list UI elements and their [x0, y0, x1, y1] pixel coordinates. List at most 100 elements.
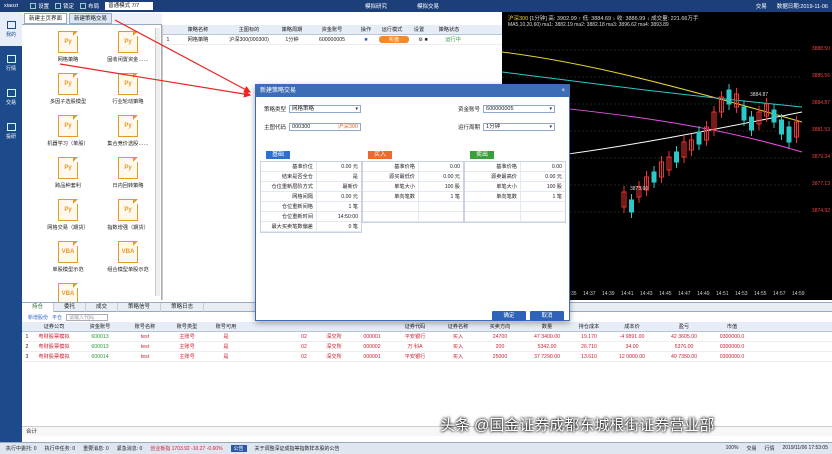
table-row[interactable]: 2 粤财股票模拟 600013 test 主账号 是 02 深交所 000002 万 科A 买入 20… [22, 342, 832, 352]
param-value[interactable]: 100 股 [521, 182, 565, 191]
param-value[interactable]: 1 笔 [419, 192, 463, 201]
param-value[interactable]: 0.00 元 [317, 162, 361, 171]
strategy-scrollbar[interactable] [155, 28, 160, 296]
tab-home[interactable]: 新建主页界面 [24, 13, 68, 24]
sidebar-item-mine[interactable]: 我的 [0, 12, 22, 46]
tab-bottom[interactable]: 策略日志 [161, 303, 205, 312]
sidebar-item-trade[interactable]: 交易 [0, 80, 22, 114]
close-icon[interactable]: × [561, 85, 565, 97]
col-header[interactable]: 盈亏 [658, 322, 710, 331]
period-select[interactable]: 1分钟 [483, 123, 556, 131]
mode-select[interactable]: 普通模式 7/7 [105, 2, 154, 10]
col-header[interactable]: 运行模式 [377, 25, 407, 34]
col-header[interactable] [292, 322, 316, 331]
col-header[interactable]: 持仓成本 [572, 322, 606, 331]
col-header[interactable]: 设置 [407, 25, 431, 34]
code-search-input[interactable]: 请输入代码 [66, 313, 109, 321]
strategy-item[interactable]: Py 网格交易（期货） [38, 199, 98, 235]
close-position-button[interactable]: 平仓 [52, 314, 62, 321]
strategy-item[interactable]: Py 指数增强（期货） [98, 199, 158, 235]
col-header[interactable]: 策略名称 [173, 25, 223, 34]
col-header[interactable]: 买卖方向 [478, 322, 522, 331]
param-value[interactable]: 0.00 [419, 162, 463, 171]
param-value[interactable]: 是 [317, 172, 361, 181]
param-value[interactable]: 0.00 元 [419, 172, 463, 181]
tab-bottom[interactable]: 持仓 [22, 303, 55, 312]
tab-new-strategy[interactable]: 新建策略交易 [69, 13, 113, 24]
col-header[interactable]: 证券代码 [392, 322, 438, 331]
param-value[interactable]: 0.00 元 [317, 192, 361, 201]
strategy-item[interactable]: Py 多因子选股模型 [38, 73, 98, 109]
param-value[interactable]: 1 笔 [521, 192, 565, 201]
col-header[interactable]: 资金账号 [309, 25, 355, 34]
add-position-button[interactable]: 新增股份 [28, 314, 48, 321]
col-header[interactable]: 资金账号 [76, 322, 124, 331]
param-value[interactable] [521, 212, 565, 221]
col-header[interactable]: 账号类型 [166, 322, 208, 331]
symbol-input[interactable]: 000300 沪深300 [289, 123, 362, 131]
col-header[interactable]: 账号可用 [208, 322, 244, 331]
ok-button[interactable]: 确定 [492, 311, 526, 321]
param-value[interactable]: 0.00 [521, 162, 565, 171]
status-urgent[interactable]: 紧急消息: 0 [117, 445, 143, 452]
table-row[interactable]: 1 网格策略 沪深300(000300) 1分钟 600000005 ■ 实盘 ⚙ ■ 运行中 [163, 35, 502, 45]
status-market[interactable]: 行情 [764, 445, 774, 452]
col-header[interactable]: 策略状态 [431, 25, 467, 34]
col-header[interactable]: 成本价 [606, 322, 658, 331]
status-important[interactable]: 重要消息: 0 [83, 445, 109, 452]
col-header[interactable] [22, 322, 32, 331]
table-row[interactable]: 3 粤财股票模拟 600014 test 主账号 是 02 深交所 000001 平安银行 买入 25… [22, 352, 832, 362]
cancel-button[interactable]: 取消 [530, 311, 564, 321]
param-value[interactable]: 最新价 [317, 182, 361, 191]
strategy-item[interactable]: Py 日内回转策略 [98, 157, 158, 193]
param-value[interactable]: 0 笔 [317, 222, 361, 231]
strategy-item[interactable]: VBA 组合模型单股示范 [98, 241, 158, 277]
strategy-item[interactable]: Py 固收闲置资金…… [98, 31, 158, 67]
sidebar-item-research[interactable]: 投研 [0, 114, 22, 148]
strategy-item[interactable]: Py 跨品种套利 [38, 157, 98, 193]
tab-bottom[interactable]: 委托 [54, 303, 87, 312]
col-header[interactable] [316, 322, 352, 331]
layout-button[interactable]: 布局 [80, 2, 99, 10]
sidebar-item-market[interactable]: 行情 [0, 46, 22, 80]
table-cell[interactable]: ■ [355, 35, 377, 44]
trade-link[interactable]: 交易 [756, 2, 767, 10]
strategy-item[interactable]: Py 机器学习（单股） [38, 115, 98, 151]
param-value[interactable] [521, 202, 565, 211]
col-header[interactable]: 数量 [522, 322, 572, 331]
col-header[interactable] [163, 25, 173, 34]
param-value[interactable] [419, 202, 463, 211]
strategy-item[interactable]: Py 集合竞价选股…… [98, 115, 158, 151]
col-header[interactable]: 证券名称 [438, 322, 478, 331]
sim-research-tab[interactable]: 模拟研究 [365, 2, 387, 10]
zoom-level[interactable]: 100% [726, 445, 739, 452]
col-header[interactable] [244, 322, 268, 331]
param-value[interactable]: 1 笔 [317, 202, 361, 211]
sim-trade-tab[interactable]: 模拟交易 [417, 2, 439, 10]
param-value[interactable]: 14:50:00 [317, 212, 361, 221]
col-header[interactable]: 证券公司 [32, 322, 76, 331]
col-header[interactable] [268, 322, 292, 331]
strategy-item[interactable]: Py 网格策略 [38, 31, 98, 67]
param-value[interactable]: 0.00 元 [521, 172, 565, 181]
tab-bottom[interactable]: 成交 [86, 303, 119, 312]
param-value[interactable] [419, 212, 463, 221]
col-header[interactable]: 策略周期 [275, 25, 309, 34]
table-row[interactable]: 1 粤财股票模拟 600013 test 主账号 是 02 深交所 000001 平安银行 买入 24… [22, 332, 832, 342]
col-header[interactable]: 市值 [710, 322, 754, 331]
param-value[interactable]: 100 股 [419, 182, 463, 191]
col-header[interactable] [352, 322, 392, 331]
notice-text[interactable]: 关于调整深证成指等指数样本股的公告 [255, 445, 340, 452]
strategy-item[interactable]: Py 行业轮动策略 [98, 73, 158, 109]
strategy-item[interactable]: VBA 单股模型示范 [38, 241, 98, 277]
settings-button[interactable]: 设置 [30, 2, 49, 10]
lock-button[interactable]: 锁定 [55, 2, 74, 10]
col-header[interactable]: 操作 [355, 25, 377, 34]
tab-bottom[interactable]: 策略信号 [118, 303, 162, 312]
col-header[interactable]: 主图标的 [223, 25, 275, 34]
table-cell[interactable]: ⚙ ■ [411, 35, 435, 44]
status-trade[interactable]: 交易 [746, 445, 756, 452]
table-cell[interactable]: 实盘 [379, 36, 409, 43]
col-header[interactable]: 账号名称 [124, 322, 166, 331]
strategy-type-select[interactable]: 网格策略 [289, 105, 362, 113]
